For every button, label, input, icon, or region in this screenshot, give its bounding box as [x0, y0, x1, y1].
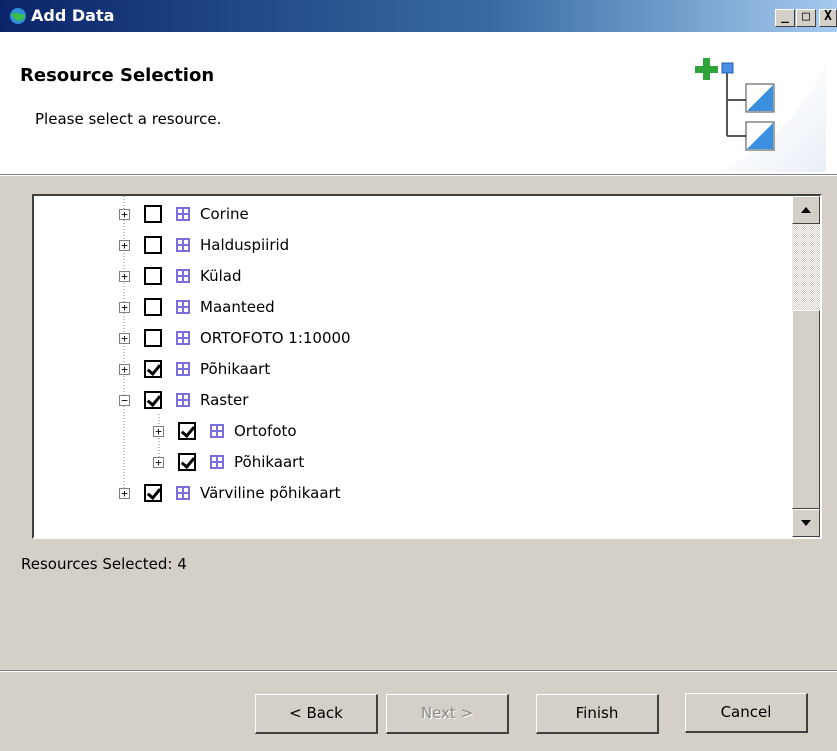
scroll-track[interactable]: [792, 224, 820, 310]
page-title: Resource Selection: [20, 65, 215, 86]
expand-toggle-icon[interactable]: +: [153, 425, 164, 437]
layer-checkbox[interactable]: [144, 329, 162, 347]
tree-item[interactable]: + Maanteed: [119, 292, 275, 322]
vertical-scrollbar[interactable]: [792, 196, 820, 537]
tree-item-label: Ortofoto: [234, 422, 297, 440]
up-arrow-icon: [801, 207, 811, 213]
tree-item-label: Halduspiirid: [200, 236, 290, 254]
tree-item[interactable]: + Põhikaart: [119, 354, 270, 384]
layer-checkbox[interactable]: [144, 484, 162, 502]
layer-group-icon: [176, 238, 190, 252]
back-button[interactable]: < Back: [255, 694, 378, 734]
footer-separator: [0, 670, 837, 672]
layer-group-icon: [210, 424, 224, 438]
finish-button[interactable]: Finish: [536, 694, 659, 734]
layer-checkbox[interactable]: [144, 391, 162, 409]
add-data-dialog: Add Data _ □ X Resource Selection Please…: [0, 0, 837, 751]
window-title: Add Data: [31, 6, 115, 25]
tree-item[interactable]: + Ortofoto: [153, 416, 297, 446]
tree-item-label: Värviline põhikaart: [200, 484, 341, 502]
expand-toggle-icon[interactable]: +: [119, 332, 130, 344]
expand-toggle-icon[interactable]: +: [119, 208, 130, 220]
tree-item-label: Külad: [200, 267, 242, 285]
header-separator: [0, 174, 837, 176]
maximize-button[interactable]: □: [796, 9, 816, 27]
layer-checkbox[interactable]: [178, 453, 196, 471]
down-arrow-icon: [801, 520, 811, 526]
layer-checkbox[interactable]: [144, 236, 162, 254]
tree-item[interactable]: + Külad: [119, 261, 241, 291]
layer-group-icon: [176, 207, 190, 221]
expand-toggle-icon[interactable]: +: [119, 239, 130, 251]
scroll-up-button[interactable]: [792, 196, 820, 224]
minimize-button[interactable]: _: [775, 9, 795, 27]
tree-item-label: Corine: [200, 205, 249, 223]
resources-selected-status: Resources Selected: 4: [21, 555, 187, 573]
tree-item[interactable]: + Värviline põhikaart: [119, 478, 341, 508]
layer-checkbox[interactable]: [144, 205, 162, 223]
expand-toggle-icon[interactable]: −: [119, 394, 130, 406]
tree-item[interactable]: + Halduspiirid: [119, 230, 289, 260]
layer-group-icon: [176, 393, 190, 407]
expand-toggle-icon[interactable]: +: [153, 456, 164, 468]
layer-group-icon: [176, 300, 190, 314]
close-button[interactable]: X: [819, 9, 837, 27]
tree-item-label: Maanteed: [200, 298, 275, 316]
expand-toggle-icon[interactable]: +: [119, 487, 130, 499]
cancel-button[interactable]: Cancel: [685, 693, 808, 733]
layer-group-icon: [176, 486, 190, 500]
expand-toggle-icon[interactable]: +: [119, 270, 130, 282]
layer-checkbox[interactable]: [178, 422, 196, 440]
expand-toggle-icon[interactable]: +: [119, 363, 130, 375]
wizard-header: Resource Selection Please select a resou…: [0, 32, 837, 174]
layer-group-icon: [210, 455, 224, 469]
resource-tree[interactable]: + Corine + Halduspiirid + Külad + Maanteed + ORTO…: [32, 194, 822, 539]
scroll-down-button[interactable]: [792, 509, 820, 537]
globe-app-icon: [10, 8, 26, 24]
tree-item[interactable]: − Raster: [119, 385, 248, 415]
tree-item[interactable]: + Corine: [119, 199, 249, 229]
tree-item-label: Põhikaart: [200, 360, 271, 378]
layer-group-icon: [176, 331, 190, 345]
tree-item-label: ORTOFOTO 1:10000: [200, 329, 351, 347]
page-description: Please select a resource.: [35, 110, 222, 128]
layer-checkbox[interactable]: [144, 298, 162, 316]
title-bar[interactable]: Add Data _ □ X: [0, 0, 837, 32]
tree-item[interactable]: + Põhikaart: [153, 447, 304, 477]
add-data-tree-icon: [695, 58, 826, 172]
expand-toggle-icon[interactable]: +: [119, 301, 130, 313]
next-button[interactable]: Next >: [386, 694, 509, 734]
layer-checkbox[interactable]: [144, 360, 162, 378]
layer-group-icon: [176, 269, 190, 283]
tree-item-label: Põhikaart: [234, 453, 305, 471]
tree-item-label: Raster: [200, 391, 249, 409]
scroll-thumb[interactable]: [792, 310, 820, 509]
layer-checkbox[interactable]: [144, 267, 162, 285]
tree-item[interactable]: + ORTOFOTO 1:10000: [119, 323, 351, 353]
layer-group-icon: [176, 362, 190, 376]
